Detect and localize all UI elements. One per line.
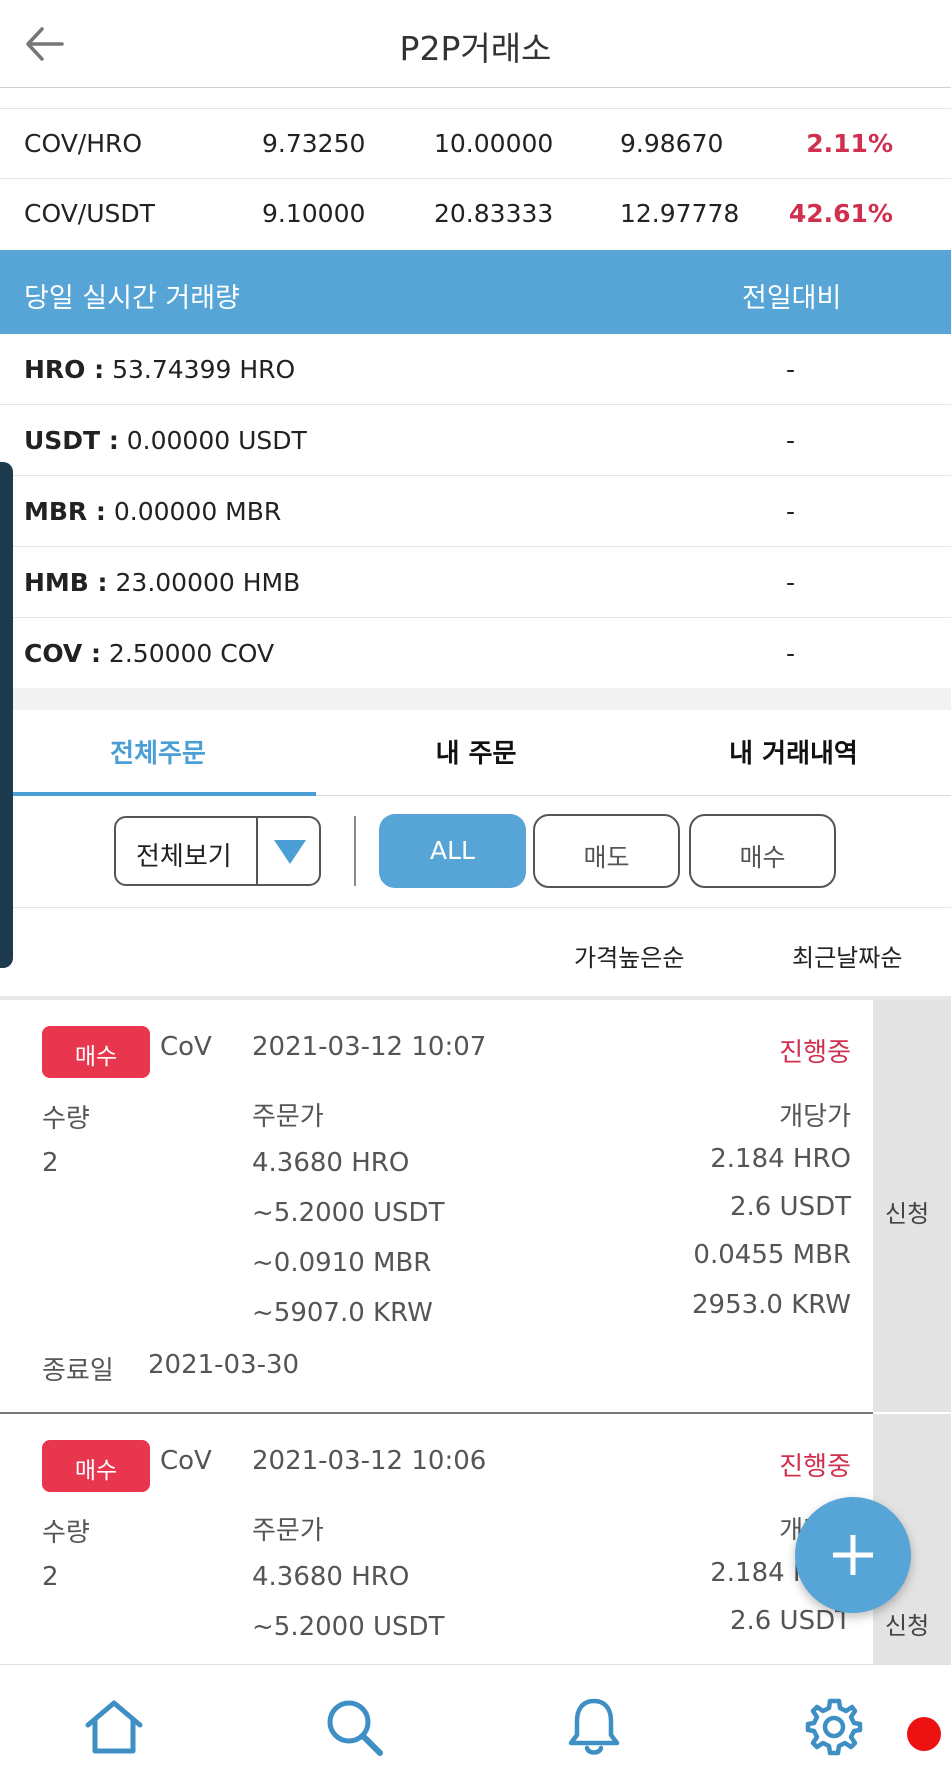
order-coin: CoV [160, 1446, 212, 1476]
pair-value-3: 12.97778 [620, 199, 740, 228]
order-qty: 2 [42, 1148, 59, 1178]
page-title: P2P거래소 [399, 29, 552, 68]
sort-price-button[interactable]: 가격높은순 [574, 938, 684, 973]
order-price: 4.3680 HRO [252, 1148, 410, 1178]
apply-label: 신청 [885, 1612, 930, 1640]
unit-price: 2953.0 KRW [691, 1290, 851, 1320]
order-type-badge: 매수 [42, 1026, 150, 1078]
home-icon[interactable] [82, 1695, 146, 1759]
notification-dot [907, 1717, 941, 1751]
tab-all-orders[interactable]: 전체주문 [0, 710, 316, 796]
apply-label: 신청 [885, 1200, 930, 1228]
unit-price: 2.6 USDT [729, 1606, 851, 1636]
pair-name: COV/HRO [24, 129, 143, 158]
select-divider [256, 818, 258, 884]
volume-title: 당일 실시간 거래량 [24, 283, 240, 314]
volume-amount: 0.00000 USDT [118, 426, 307, 455]
volume-amount: 23.00000 HMB [107, 568, 301, 597]
volume-coin: MBR : [24, 497, 106, 526]
volume-change: - [786, 426, 796, 455]
order-price: 4.3680 HRO [252, 1562, 410, 1592]
volume-change: - [786, 568, 796, 597]
volume-amount: 53.74399 HRO [104, 355, 296, 384]
volume-row: USDT : 0.00000 USDT - [0, 405, 951, 476]
volume-amount: 2.50000 COV [100, 639, 275, 668]
order-status: 진행중 [779, 1038, 851, 1068]
filter-all-button[interactable]: ALL [379, 814, 526, 888]
filter-sell-button[interactable]: 매도 [533, 814, 680, 888]
qty-label: 수량 [42, 1518, 90, 1548]
unit-price-label: 개당가 [779, 1102, 851, 1132]
add-order-button[interactable] [795, 1497, 911, 1613]
order-price: ~0.0910 MBR [252, 1248, 432, 1278]
order-datetime: 2021-03-12 10:06 [252, 1446, 487, 1476]
volume-header: 당일 실시간 거래량 전일대비 [0, 250, 951, 334]
volume-change: - [786, 639, 796, 668]
top-bar: P2P거래소 [0, 0, 951, 88]
volume-coin: HMB : [24, 568, 108, 597]
view-select-value: 전체보기 [136, 842, 232, 872]
gear-icon[interactable] [802, 1695, 866, 1759]
filter-divider [354, 816, 356, 886]
order-card[interactable]: 신청 매수 CoV 2021-03-12 10:07 진행중 수량 주문가 개당… [0, 996, 951, 1414]
pair-value-2: 10.00000 [434, 129, 554, 158]
market-row[interactable]: COV/HRO 9.73250 10.00000 9.98670 2.11% [0, 108, 951, 178]
qty-label: 수량 [42, 1104, 90, 1134]
pair-name: COV/USDT [24, 199, 155, 228]
volume-compare-label: 전일대비 [742, 283, 842, 314]
price-label: 주문가 [252, 1516, 324, 1546]
unit-price: 2.6 USDT [729, 1192, 851, 1222]
pair-value-1: 9.10000 [262, 199, 366, 228]
order-price: ~5907.0 KRW [252, 1298, 433, 1328]
volume-amount: 0.00000 MBR [105, 497, 282, 526]
side-drawer-handle[interactable] [0, 462, 13, 968]
end-date: 2021-03-30 [148, 1350, 300, 1380]
market-row[interactable]: COV/USDT 9.10000 20.83333 12.97778 42.61… [0, 178, 951, 248]
volume-row: HRO : 53.74399 HRO - [0, 334, 951, 405]
volume-row: HMB : 23.00000 HMB - [0, 547, 951, 618]
bottom-nav [0, 1664, 951, 1788]
order-price: ~5.2000 USDT [252, 1612, 445, 1642]
sort-date-button[interactable]: 최근날짜순 [792, 938, 902, 973]
volume-change: - [786, 497, 796, 526]
filter-bar: 전체보기 ALL 매도 매수 [0, 796, 951, 908]
volume-coin: COV : [24, 639, 101, 668]
order-type-badge: 매수 [42, 1440, 150, 1492]
pair-change: 2.11% [806, 129, 893, 158]
order-tabs: 전체주문 내 주문 내 거래내역 [0, 710, 951, 796]
volume-row: COV : 2.50000 COV - [0, 618, 951, 689]
bell-icon[interactable] [562, 1695, 626, 1759]
order-datetime: 2021-03-12 10:07 [252, 1032, 487, 1062]
order-status: 진행중 [779, 1452, 851, 1482]
order-coin: CoV [160, 1032, 212, 1062]
order-price: ~5.2000 USDT [252, 1198, 445, 1228]
tab-my-history[interactable]: 내 거래내역 [636, 710, 951, 796]
pair-value-3: 9.98670 [620, 129, 724, 158]
pair-value-1: 9.73250 [262, 129, 366, 158]
apply-button[interactable]: 신청 [873, 1000, 951, 1412]
triangle-down-icon [274, 840, 306, 864]
sort-bar: 가격높은순 최근날짜순 [0, 908, 951, 996]
filter-buy-button[interactable]: 매수 [689, 814, 836, 888]
end-date-label: 종료일 [42, 1356, 114, 1386]
pair-value-2: 20.83333 [434, 199, 554, 228]
order-qty: 2 [42, 1562, 59, 1592]
view-select[interactable]: 전체보기 [114, 816, 321, 886]
tab-my-orders[interactable]: 내 주문 [316, 710, 636, 796]
volume-change: - [786, 355, 796, 384]
volume-row: MBR : 0.00000 MBR - [0, 476, 951, 547]
volume-coin: HRO : [24, 355, 105, 384]
pair-change: 42.61% [788, 199, 893, 228]
price-label: 주문가 [252, 1102, 324, 1132]
unit-price: 2.184 HRO [710, 1144, 851, 1174]
unit-price: 0.0455 MBR [693, 1240, 851, 1270]
section-divider [0, 688, 951, 710]
volume-coin: USDT : [24, 426, 119, 455]
search-icon[interactable] [322, 1695, 386, 1759]
